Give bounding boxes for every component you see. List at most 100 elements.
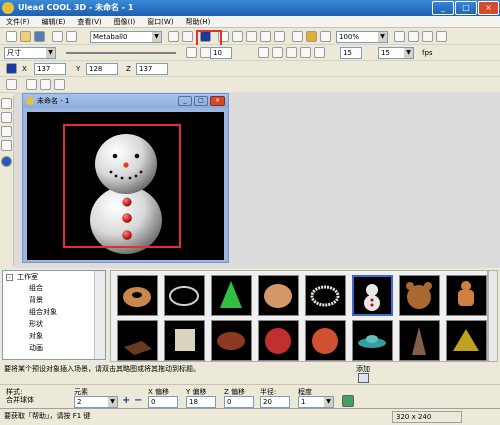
insert-image-icon[interactable] <box>1 140 12 151</box>
last-frame-icon[interactable] <box>314 47 325 58</box>
tool-b-icon[interactable] <box>408 31 419 42</box>
title-bar: Ulead COOL 3D - 未命名 - 1 <box>0 0 500 16</box>
size-select[interactable]: 尺寸 ▼ <box>4 47 56 59</box>
y-input[interactable]: 128 <box>86 63 118 75</box>
stop-icon[interactable] <box>286 47 297 58</box>
tree-item[interactable]: 组合 <box>29 283 43 293</box>
menu-image[interactable]: 图像(I) <box>108 16 142 28</box>
insert-geometric-icon[interactable] <box>1 126 12 137</box>
thumb-donut[interactable] <box>117 275 158 316</box>
thumb-ring[interactable] <box>164 275 205 316</box>
close-button[interactable]: × <box>478 1 499 15</box>
menu-view[interactable]: 查看(V) <box>71 16 107 28</box>
hand-icon[interactable] <box>168 31 179 42</box>
tree-item[interactable]: 对象 <box>29 331 43 341</box>
chevron-down-icon: ▼ <box>152 32 161 42</box>
add-element-button[interactable]: + <box>122 396 132 407</box>
insert-text-icon[interactable] <box>1 112 12 123</box>
thumb-box[interactable] <box>117 320 158 361</box>
tool-c-icon[interactable] <box>422 31 433 42</box>
doc-maximize-button[interactable]: □ <box>194 96 208 106</box>
loop-icon[interactable] <box>258 47 269 58</box>
paint-icon[interactable] <box>292 31 303 42</box>
remove-element-button[interactable]: − <box>134 396 144 407</box>
text-bold-icon[interactable] <box>6 79 17 90</box>
radius-input[interactable]: 20 <box>260 396 290 408</box>
save-icon[interactable] <box>34 31 45 42</box>
thumb-teddy[interactable] <box>399 275 440 316</box>
add-button[interactable] <box>358 373 369 383</box>
library-tree[interactable]: - 工作室 组合 背景 组合对象 形状 对象 动画 <box>2 270 106 360</box>
delete-icon[interactable] <box>274 31 285 42</box>
paste-attr-icon[interactable] <box>260 31 271 42</box>
copy-icon[interactable] <box>232 31 243 42</box>
tree-scrollbar[interactable] <box>94 271 105 359</box>
fps-select[interactable]: 15 ▼ <box>378 47 414 59</box>
thumb-key[interactable] <box>164 320 205 361</box>
tree-item[interactable]: 动画 <box>29 343 43 353</box>
play-icon[interactable] <box>272 47 283 58</box>
menu-bar: 文件(F) 编辑(E) 查看(V) 图像(I) 窗口(W) 帮助(H) <box>0 16 500 28</box>
tree-item[interactable]: 背景 <box>29 295 43 305</box>
thumb-ball-red[interactable] <box>258 320 299 361</box>
thumb-pearls[interactable] <box>305 275 346 316</box>
first-frame-icon[interactable] <box>186 47 197 58</box>
thumb-football[interactable] <box>211 320 252 361</box>
doc-close-button[interactable]: × <box>210 96 225 106</box>
thumb-snowman[interactable] <box>352 275 393 316</box>
gallery-scrollbar[interactable] <box>488 270 498 362</box>
thumb-ufo[interactable] <box>352 320 393 361</box>
menu-edit[interactable]: 编辑(E) <box>36 16 72 28</box>
new-icon[interactable] <box>6 31 17 42</box>
open-icon[interactable] <box>20 31 31 42</box>
x-offset-input[interactable]: 0 <box>148 396 178 408</box>
z-offset-input[interactable]: 0 <box>224 396 254 408</box>
object-select[interactable]: Metaball0 ▼ <box>90 31 162 43</box>
menu-file[interactable]: 文件(F) <box>0 16 36 28</box>
insert-object-icon[interactable] <box>1 98 12 109</box>
frame-input[interactable]: 10 <box>210 47 232 59</box>
total-frames-input[interactable]: 15 <box>340 47 362 59</box>
thumb-gingerbread[interactable] <box>446 275 487 316</box>
minimize-button[interactable]: _ <box>432 1 454 15</box>
tool-a-icon[interactable] <box>394 31 405 42</box>
chevron-down-icon: ▼ <box>324 397 333 407</box>
rotate-icon[interactable] <box>182 31 193 42</box>
position-mode-icon[interactable] <box>6 63 17 74</box>
tree-item[interactable]: 形状 <box>29 319 43 329</box>
composite-icon[interactable] <box>1 156 12 167</box>
tree-root[interactable]: 工作室 <box>17 272 38 282</box>
z-label: Z <box>126 65 131 73</box>
doc-minimize-button[interactable]: _ <box>178 96 192 106</box>
menu-help[interactable]: 帮助(H) <box>180 16 217 28</box>
x-input[interactable]: 137 <box>34 63 66 75</box>
next-frame-icon[interactable] <box>300 47 311 58</box>
collapse-icon[interactable]: - <box>6 274 13 281</box>
timeline-slider[interactable] <box>66 52 176 54</box>
elements-select[interactable]: 2 ▼ <box>74 396 118 408</box>
text-spacing-icon[interactable] <box>54 79 65 90</box>
thumb-drill[interactable] <box>399 320 440 361</box>
menu-window[interactable]: 窗口(W) <box>141 16 179 28</box>
chevron-down-icon: ▼ <box>378 32 387 42</box>
fps-label: fps <box>422 49 433 57</box>
thumb-ball-orange[interactable] <box>305 320 346 361</box>
maximize-button[interactable]: □ <box>455 1 477 15</box>
degree-select[interactable]: 1 ▼ <box>298 396 334 408</box>
z-input[interactable]: 137 <box>136 63 168 75</box>
zoom-tool-icon[interactable] <box>320 31 331 42</box>
thumb-disc[interactable] <box>258 275 299 316</box>
text-italic-icon[interactable] <box>26 79 37 90</box>
paste-icon[interactable] <box>246 31 257 42</box>
y-offset-input[interactable]: 18 <box>186 396 216 408</box>
undo-icon[interactable] <box>52 31 63 42</box>
apply-icon[interactable] <box>342 395 354 407</box>
help-icon[interactable] <box>436 31 447 42</box>
tree-item[interactable]: 组合对象 <box>29 307 57 317</box>
thumb-cone[interactable] <box>211 275 252 316</box>
thumb-pyramid[interactable] <box>446 320 487 361</box>
zoom-select[interactable]: 100% ▼ <box>336 31 388 43</box>
globe-icon[interactable] <box>306 31 317 42</box>
text-align-icon[interactable] <box>40 79 51 90</box>
redo-icon[interactable] <box>66 31 77 42</box>
